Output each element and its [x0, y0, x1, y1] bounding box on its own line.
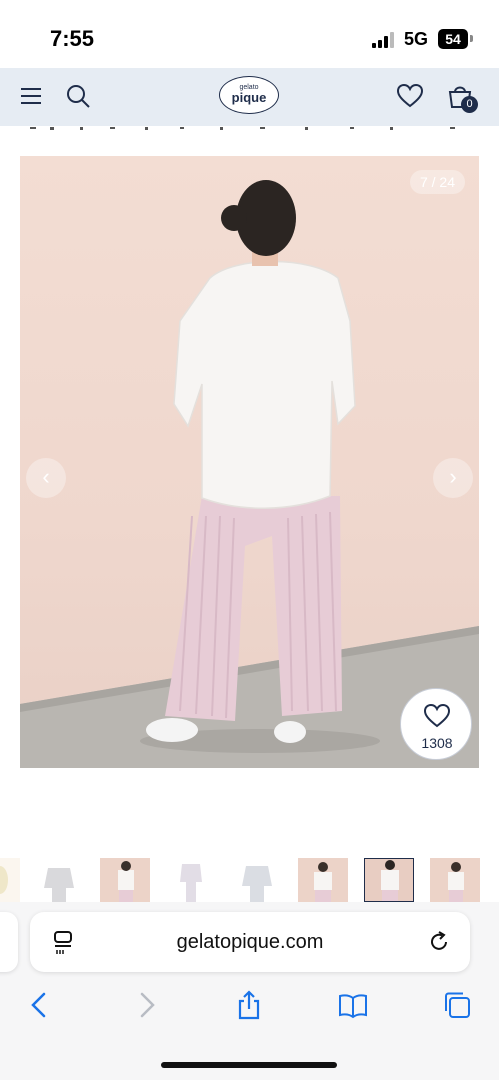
back-icon[interactable] — [24, 990, 54, 1020]
thumbnail-3[interactable] — [100, 858, 150, 902]
network-label: 5G — [404, 29, 429, 49]
reload-icon[interactable] — [426, 929, 452, 955]
thumbnail-5[interactable] — [232, 858, 282, 902]
status-time: 7:55 — [50, 26, 95, 51]
thumbnail-6[interactable] — [298, 858, 348, 902]
address-bar[interactable]: gelatopique.com — [30, 912, 470, 972]
thumbnail-strip — [0, 858, 499, 902]
brand-logo[interactable]: gelato pique — [219, 76, 279, 114]
logo-main-text: pique — [231, 90, 267, 105]
signal-icon — [372, 32, 396, 48]
thumbnail-4[interactable] — [166, 858, 216, 902]
battery-tip — [470, 35, 473, 42]
search-icon[interactable] — [64, 82, 92, 110]
image-counter: 7 / 24 — [409, 170, 465, 194]
thumbnail-7[interactable] — [364, 858, 414, 902]
browser-toolbar: gelatopique.com — [0, 902, 499, 1080]
thumbnail-8[interactable] — [430, 858, 480, 902]
heart-icon[interactable] — [396, 82, 424, 110]
menu-icon[interactable] — [18, 82, 46, 110]
next-image-button[interactable]: › — [433, 458, 473, 498]
favorite-button[interactable]: 1308 — [400, 688, 472, 760]
status-bar: 7:55 5G 54 — [0, 0, 499, 68]
heart-icon — [423, 703, 451, 728]
thumbnail-1[interactable] — [0, 858, 20, 902]
prev-image-button[interactable]: ‹ — [26, 458, 66, 498]
previous-tab-preview[interactable] — [0, 912, 18, 972]
thumbnail-2[interactable] — [34, 858, 84, 902]
site-header: gelato pique — [0, 68, 499, 126]
product-image[interactable]: 7 / 24 ‹ › 1308 — [20, 156, 479, 768]
home-indicator — [161, 1062, 337, 1068]
truncated-text-line — [30, 125, 460, 131]
bookmarks-icon[interactable] — [338, 990, 368, 1020]
cart-count-badge: 0 — [461, 96, 478, 113]
like-count: 1308 — [421, 735, 453, 751]
url-text: gelatopique.com — [176, 931, 324, 953]
tabs-icon[interactable] — [442, 990, 472, 1020]
share-icon[interactable] — [234, 990, 264, 1020]
battery-icon: 54 — [438, 29, 468, 49]
product-photo — [20, 180, 479, 768]
forward-icon[interactable] — [132, 990, 162, 1020]
